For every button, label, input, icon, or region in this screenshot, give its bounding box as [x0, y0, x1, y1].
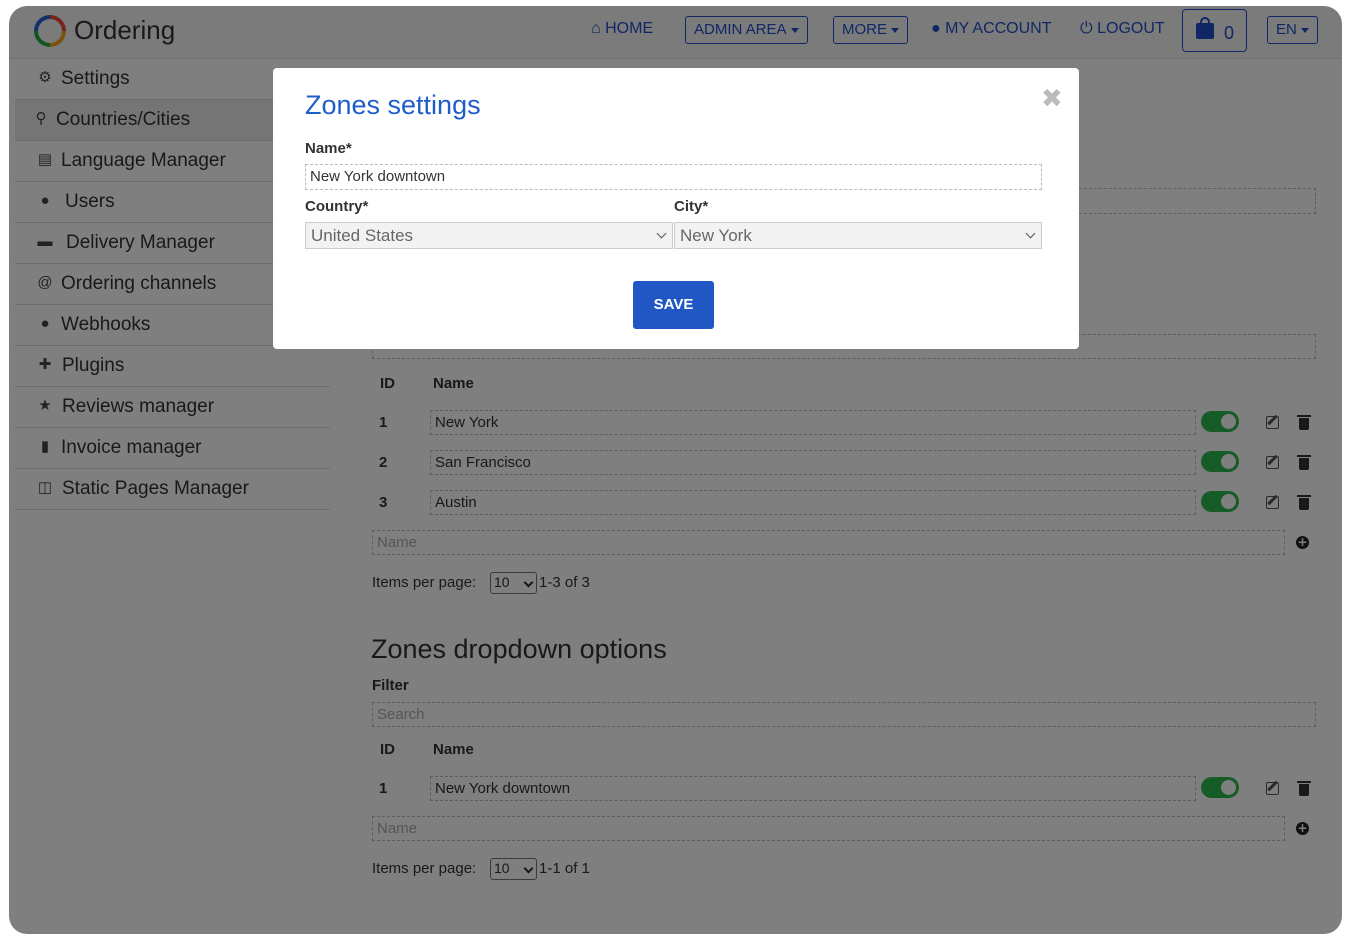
save-button[interactable]: SAVE	[633, 281, 714, 329]
zones-settings-modal: Zones settings ✖ Name* New York downtown…	[273, 68, 1079, 349]
chevron-down-icon	[1025, 228, 1036, 239]
country-select-value: United States	[311, 226, 414, 245]
country-label: Country*	[305, 198, 369, 215]
zone-name-field[interactable]: New York downtown	[305, 164, 1042, 190]
city-select[interactable]: New York	[674, 222, 1042, 249]
modal-title: Zones settings	[305, 90, 481, 120]
city-select-value: New York	[680, 226, 752, 245]
close-icon[interactable]: ✖	[1041, 86, 1063, 112]
chevron-down-icon	[656, 228, 667, 239]
country-select[interactable]: United States	[305, 222, 673, 249]
city-label: City*	[674, 198, 709, 215]
name-label: Name*	[305, 140, 352, 157]
app-window: Ordering ⌂ HOME ADMIN AREA MORE ● MY ACC…	[9, 6, 1342, 934]
